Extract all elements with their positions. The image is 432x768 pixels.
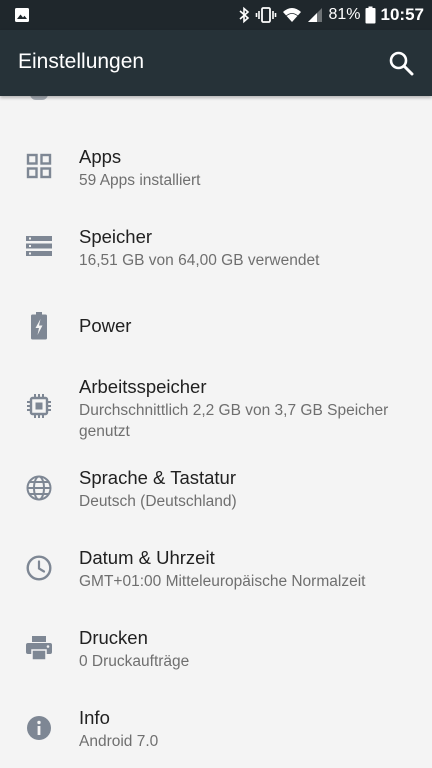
vibrate-icon <box>255 6 277 24</box>
battery-percent: 81% <box>328 6 361 23</box>
settings-item-summary: GMT+01:00 Mitteleuropäische Normalzeit <box>79 573 366 590</box>
settings-item-storage[interactable]: Speicher 16,51 GB von 64,00 GB verwendet <box>0 222 432 292</box>
scrolled-item-icon-edge <box>30 96 48 100</box>
bluetooth-icon <box>238 6 250 24</box>
settings-item-label: Datum & Uhrzeit <box>79 547 215 568</box>
info-icon <box>25 714 53 742</box>
status-bar: 81% 10:57 <box>0 0 432 30</box>
settings-item-summary: 16,51 GB von 64,00 GB verwendet <box>79 252 320 269</box>
settings-item-label: Info <box>79 707 110 728</box>
battery-icon <box>365 6 376 24</box>
settings-item-summary: Durchschnittlich 2,2 GB von 3,7 GB Speic… <box>79 402 389 440</box>
settings-item-label: Speicher <box>79 226 153 247</box>
page-title: Einstellungen <box>18 50 145 73</box>
settings-item-printing[interactable]: Drucken 0 Druckaufträge <box>0 623 432 693</box>
wifi-icon <box>282 6 302 24</box>
settings-item-memory[interactable]: Arbeitsspeicher Durchschnittlich 2,2 GB … <box>0 372 432 442</box>
settings-item-summary: 59 Apps installiert <box>79 172 201 189</box>
image-notification-icon <box>14 7 30 23</box>
app-bar: Einstellungen <box>0 30 432 96</box>
settings-item-date-time[interactable]: Datum & Uhrzeit GMT+01:00 Mitteleuropäis… <box>0 543 432 613</box>
signal-icon <box>307 6 323 24</box>
settings-item-label: Apps <box>79 146 122 167</box>
settings-list[interactable]: Apps 59 Apps installiert Speicher 16,51 … <box>0 96 432 768</box>
settings-item-language-keyboard[interactable]: Sprache & Tastatur Deutsch (Deutschland) <box>0 463 432 533</box>
apps-grid-icon <box>25 152 53 180</box>
settings-item-apps[interactable]: Apps 59 Apps installiert <box>0 142 432 212</box>
storage-icon <box>25 232 53 260</box>
settings-item-info[interactable]: Info Android 7.0 <box>0 703 432 768</box>
settings-item-power[interactable]: Power <box>0 302 432 362</box>
settings-item-summary: 0 Druckaufträge <box>79 653 190 670</box>
memory-chip-icon <box>25 392 53 420</box>
settings-item-label: Power <box>79 315 132 336</box>
clock-icon <box>25 554 53 582</box>
settings-item-label: Drucken <box>79 627 148 648</box>
settings-item-label: Sprache & Tastatur <box>79 467 236 488</box>
search-button[interactable] <box>386 48 416 78</box>
search-icon <box>388 50 414 76</box>
settings-item-summary: Android 7.0 <box>79 733 159 750</box>
clock-time: 10:57 <box>380 5 424 24</box>
settings-item-label: Arbeitsspeicher <box>79 376 207 397</box>
settings-item-summary: Deutsch (Deutschland) <box>79 493 237 510</box>
globe-icon <box>25 474 53 502</box>
printer-icon <box>25 634 53 662</box>
battery-power-icon <box>25 312 53 340</box>
